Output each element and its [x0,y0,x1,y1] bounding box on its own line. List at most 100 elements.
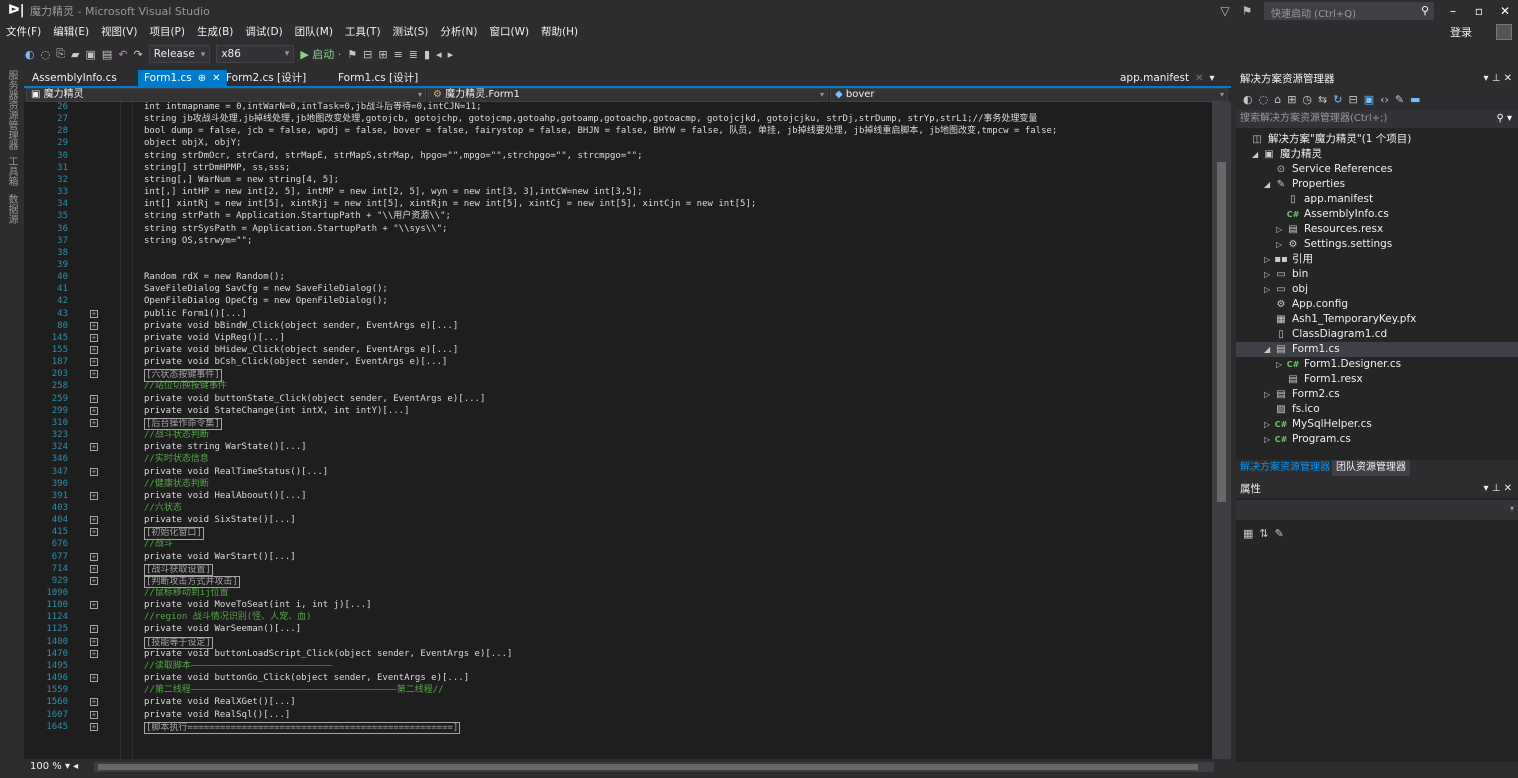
close-button[interactable]: ✕ [1492,4,1518,18]
code-icon[interactable]: ‹› [1377,93,1392,106]
menu-help[interactable]: 帮助(H) [535,22,584,42]
preview-icon[interactable]: ▬ [1407,93,1423,106]
tree-item[interactable]: ⊙ Service References [1236,162,1518,177]
expand-icon[interactable]: + [90,443,98,452]
home-icon[interactable]: ⌂ [1271,93,1284,106]
horizontal-scrollbar[interactable] [94,762,1214,772]
code-line[interactable]: 415 + [初始化窗口] [24,527,1212,540]
platform-select[interactable]: x86 ▾ [216,45,295,63]
expand-icon[interactable]: + [90,333,98,342]
menu-debug[interactable]: 调试(D) [239,22,288,42]
expand-icon[interactable]: + [90,625,98,634]
tree-item[interactable]: ◢ ▣ 魔力精灵 [1236,147,1518,162]
pin-icon[interactable]: ⊥ [1492,73,1501,84]
account-avatar[interactable] [1496,24,1512,40]
zoom-level[interactable]: 100 % ▾ ◂ [30,761,78,772]
new-project-icon[interactable]: ⎘ [53,47,68,61]
properties-wrench-icon[interactable]: ✎ [1392,93,1407,106]
quick-launch-input[interactable]: 快速启动 (Ctrl+Q) ⚲ [1264,2,1434,20]
expand-icon[interactable]: + [90,346,98,354]
code-line[interactable]: 324 + private string WarState()[...] [24,442,1212,453]
code-line[interactable]: 145 + private void VipReg()[...] [24,333,1212,344]
scroll-thumb[interactable] [1217,162,1226,502]
code-line[interactable]: 1090 //鼠标移动到ij位置 [24,588,1212,599]
forward-icon[interactable]: ◌ [1256,93,1272,106]
expand-icon[interactable]: + [90,649,98,658]
expand-arrow-icon[interactable]: ▷ [1264,417,1274,432]
code-line[interactable]: 1124 //region 战斗情况识别(怪、人宠、血) [24,612,1212,623]
tree-item[interactable]: ▨ fs.ico [1236,402,1518,417]
expand-icon[interactable]: + [90,576,98,585]
code-line[interactable]: 39 [24,260,1212,271]
code-line[interactable]: 346 //实时状态信息 [24,454,1212,465]
expand-arrow-icon[interactable]: ▷ [1276,237,1286,252]
expand-icon[interactable]: + [90,722,98,731]
expand-icon[interactable]: + [90,394,98,403]
expand-arrow-icon[interactable]: ▷ [1264,252,1274,267]
code-line[interactable]: 347 + private void RealTimeStatus()[...] [24,467,1212,478]
tree-item[interactable]: ▷ ▭ bin [1236,267,1518,282]
code-line[interactable]: 1560 + private void RealXGet()[...] [24,697,1212,708]
expand-icon[interactable]: + [90,491,98,500]
minimize-button[interactable]: – [1440,4,1466,18]
code-line[interactable]: 1496 + private void buttonGo_Click(object … [24,673,1212,684]
code-editor[interactable]: 26 int intmapname = 0,intWarN=0,intTask=0… [24,102,1212,759]
menu-team[interactable]: 团队(M) [289,22,339,42]
code-line[interactable]: 404 + private void SixState()[...] [24,515,1212,526]
expand-icon[interactable]: + [90,370,98,379]
code-line[interactable]: 29 object objX, objY; [24,138,1212,149]
expand-icon[interactable]: + [90,467,98,476]
collapse-all-icon[interactable]: ⊟ [1345,93,1360,106]
menu-file[interactable]: 文件(F) [0,22,47,42]
tree-item[interactable]: ⚙ App.config [1236,297,1518,312]
code-line[interactable]: 259 + private void buttonState_Click(objec… [24,394,1212,405]
code-line[interactable]: 34 int[] xintRj = new int[5], xintRjj = n… [24,199,1212,210]
member-dropdown[interactable]: ◆ bover ▾ [830,88,1228,102]
configuration-select[interactable]: Release ▾ [148,45,211,63]
code-line[interactable]: 43 + public Form1()[...] [24,309,1212,320]
code-line[interactable]: 35 string strPath = Application.StartupPa… [24,211,1212,222]
code-line[interactable]: 299 + private void StateChange(int intX, i… [24,406,1212,417]
tab-form1-cs[interactable]: Form1.cs ⊕ ✕ [138,70,227,86]
start-button[interactable]: ▶ 启动 · [297,46,344,62]
comment-icon[interactable]: ≡ [391,48,406,61]
class-dropdown[interactable]: ⚙ 魔力精灵.Form1 ▾ [428,88,828,102]
close-icon[interactable]: ✕ [1504,73,1512,84]
code-line[interactable]: 1495 //读取脚本—————————————————————————— [24,661,1212,672]
code-line[interactable]: 26 int intmapname = 0,intWarN=0,intTask=0… [24,102,1212,113]
code-line[interactable]: 403 //六状态 [24,503,1212,514]
expand-icon[interactable]: + [90,528,98,537]
code-line[interactable]: 41 SaveFileDialog SavCfg = new SaveFileDi… [24,284,1212,295]
tree-item[interactable]: ▷ ▭ obj [1236,282,1518,297]
login-link[interactable]: 登录 [1450,22,1472,44]
expand-arrow-icon[interactable]: ▷ [1276,357,1286,372]
expand-icon[interactable]: + [90,552,98,561]
tree-item[interactable]: ◢ ✎ Properties [1236,177,1518,192]
tree-item[interactable]: ◫ 解决方案"魔力精灵"(1 个项目) [1236,132,1518,147]
scroll-thumb[interactable] [98,764,1198,770]
prev-bookmark-icon[interactable]: ◂ [433,48,445,61]
menu-window[interactable]: 窗口(W) [483,22,535,42]
back-icon[interactable]: ◐ [1240,93,1256,106]
expand-icon[interactable]: + [90,418,98,427]
tree-item[interactable]: ◢ ▤ Form1.cs [1236,342,1518,357]
tree-item[interactable]: ▯ ClassDiagram1.cd [1236,327,1518,342]
code-line[interactable]: 28 bool dump = false, jcb = false, wpdj =… [24,126,1212,137]
tab-form1-design[interactable]: Form1.cs [设计] [332,70,424,86]
solution-search-input[interactable]: 搜索解决方案资源管理器(Ctrl+;) ⚲ ▾ [1236,110,1518,128]
align-left-icon[interactable]: ⊟ [360,48,375,61]
bookmark-icon[interactable]: ▮ [421,48,433,61]
code-line[interactable]: 203 + [六状态按键事件] [24,369,1212,382]
close-icon[interactable]: ✕ [1504,483,1512,494]
publish-icon[interactable]: ⚑ [344,48,360,61]
expand-icon[interactable]: + [90,674,98,683]
tree-item[interactable]: ▤ Form1.resx [1236,372,1518,387]
expand-icon[interactable]: + [90,309,98,318]
expand-icon[interactable]: + [90,710,98,719]
code-line[interactable]: 677 + private void WarStart()[...] [24,552,1212,563]
expand-icon[interactable]: + [90,601,98,610]
code-line[interactable]: 33 int[,] intHP = new int[2, 5], intMP = … [24,187,1212,198]
dropdown-icon[interactable]: ▾ [1483,483,1488,494]
code-line[interactable]: 155 + private void bHidew_Click(object sen… [24,345,1212,356]
expand-icon[interactable]: + [90,358,98,367]
